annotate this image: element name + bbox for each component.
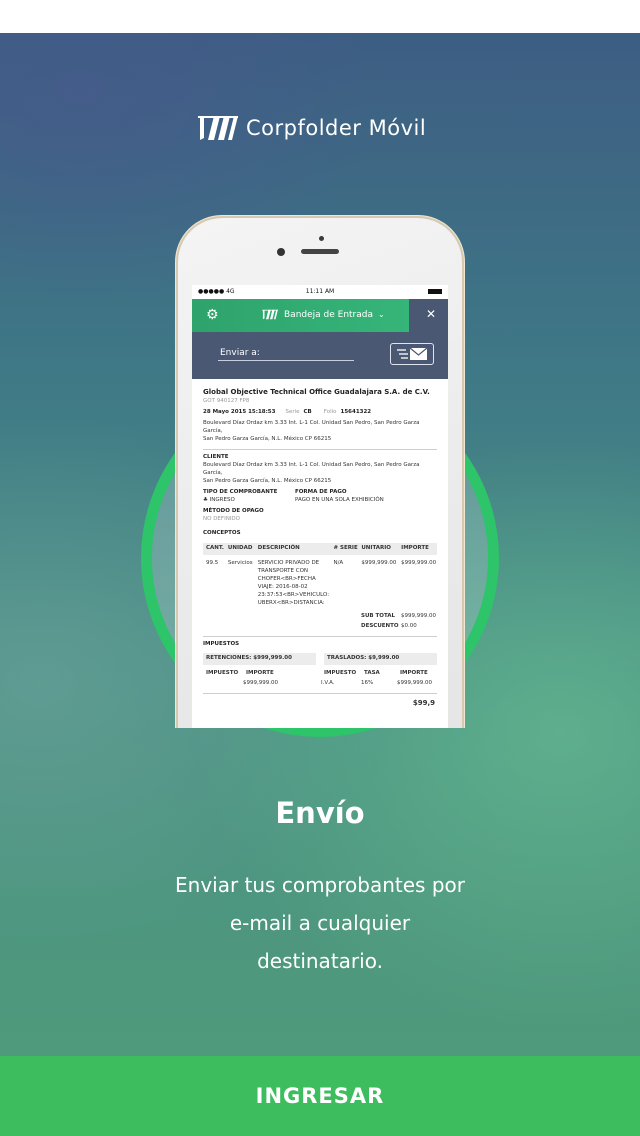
tra-tasa-value: 16% — [361, 680, 374, 687]
status-bar: ●●●●● 4G 11:11 AM — [192, 285, 448, 299]
descuento-row: DESCUENTO $0.00 — [203, 623, 437, 631]
retenciones-box: RETENCIONES: $999,999.00 — [203, 653, 316, 666]
forma-label: FORMA DE PAGO — [295, 488, 347, 495]
desc-line: CHOFER<BR>FECHA — [257, 575, 316, 582]
battery-icon — [428, 289, 442, 294]
inbox-dropdown[interactable]: Bandeja de Entrada ⌄ — [262, 309, 385, 320]
tra-col-importe: IMPORTE — [400, 670, 428, 677]
tax-columns: IMPUESTO IMPORTE IMPUESTO TASA IMPORTE — [203, 670, 437, 678]
phone-screen: ●●●●● 4G 11:11 AM ⚙ Bandeja de Entrada ⌄… — [192, 285, 448, 728]
feature-description: Enviar tus comprobantes por e-mail a cua… — [0, 866, 640, 980]
ingresar-button[interactable]: INGRESAR — [0, 1056, 640, 1136]
tra-col-tasa: TASA — [364, 670, 380, 677]
conceptos-label: CONCEPTOS — [203, 529, 241, 536]
subtotal-row: SUB TOTAL $999,999.00 — [203, 613, 437, 621]
table-row: 99.5 Servicios SERVICIO PRIVADO DE TRANS… — [203, 555, 437, 608]
phone-sensor — [277, 248, 285, 256]
issuer-address-2: San Pedro Garza García, N.L. México CP 6… — [203, 436, 332, 443]
gear-icon[interactable]: ⚙ — [206, 307, 219, 323]
descuento-label: DESCUENTO — [361, 623, 399, 630]
send-mail-icon — [397, 347, 428, 360]
phone-mockup: ●●●●● 4G 11:11 AM ⚙ Bandeja de Entrada ⌄… — [178, 218, 462, 728]
col-importe: IMPORTE — [401, 544, 429, 551]
feature-title: Envío — [275, 796, 365, 830]
forma-value: PAGO EN UNA SOLA EXHIBICIÓN — [295, 496, 384, 503]
description-line: e-mail a cualquier — [229, 911, 411, 935]
cliente-address-2: San Pedro Garza García, N.L. México CP 6… — [203, 477, 332, 484]
issuer-address-1: Boulevard Díaz Ordaz km 3.33 Int. L-1 Co… — [203, 420, 420, 435]
folio-label: Folio — [323, 409, 337, 416]
row-descripcion: SERVICIO PRIVADO DE TRANSPORTE CON CHOFE… — [258, 560, 334, 608]
col-serie: # SERIE — [333, 544, 358, 551]
impuestos-label: IMPUESTOS — [203, 641, 240, 648]
serie-value: CB — [303, 409, 312, 416]
subtotal-value: $999,999.00 — [401, 613, 436, 620]
metodo-value: NO DEFINIDO — [203, 515, 240, 522]
send-to-label: Enviar a: — [220, 348, 260, 358]
cliente-label: CLIENTE — [203, 453, 229, 460]
row-unitario: $999,999.00 — [361, 559, 397, 566]
tax-summary: RETENCIONES: $999,999.00 TRASLADOS: $9,9… — [203, 653, 437, 666]
app-header: ⚙ Bandeja de Entrada ⌄ ✕ — [192, 299, 448, 332]
tra-impuesto-value: I.V.A. — [321, 680, 335, 687]
descuento-value: $0.00 — [401, 623, 417, 630]
tra-importe-value: $999,999.00 — [397, 680, 432, 687]
total-value: $99,9 — [412, 699, 435, 708]
close-icon[interactable]: ✕ — [426, 307, 436, 321]
total-row: $99,9 — [203, 698, 437, 708]
company-rfc: GOT 940127 FP8 — [203, 398, 250, 405]
status-time: 11:11 AM — [305, 288, 335, 295]
corpfolder-logo-icon — [262, 309, 278, 320]
row-importe: $999,999.00 — [401, 559, 437, 566]
cliente-address-1: Boulevard Díaz Ordaz km 3.33 Int. L-1 Co… — [203, 461, 420, 476]
invoice-document: Global Objective Technical Office Guadal… — [192, 379, 448, 708]
col-unidad: UNIDAD — [227, 544, 253, 551]
description-line: Enviar tus comprobantes por — [175, 873, 465, 897]
ret-impuesto-value — [203, 680, 243, 688]
col-unitario: UNITARIO — [361, 544, 391, 551]
tipo-value: ♣ INGRESO — [203, 496, 235, 503]
desc-line: VIAJE: 2016-08-02 — [257, 583, 308, 590]
send-to-input[interactable] — [218, 360, 354, 361]
divider — [203, 448, 437, 450]
metodo-label: MÉTODO DE OPAGO — [203, 507, 264, 514]
desc-line: 23:37:53<BR>VEHICULO: — [257, 591, 330, 598]
desc-line: SERVICIO PRIVADO DE — [257, 559, 320, 566]
col-cant: CANT. — [206, 544, 224, 551]
divider — [203, 636, 437, 638]
phone-camera — [319, 236, 324, 241]
phone-speaker — [301, 249, 339, 254]
ret-col-importe: IMPORTE — [246, 670, 274, 677]
col-descripcion: DESCRIPCIÓN — [257, 544, 300, 551]
traslados-box: TRASLADOS: $9,999.00 — [324, 653, 437, 666]
subtotal-label: SUB TOTAL — [361, 613, 396, 620]
send-mail-button[interactable] — [390, 343, 434, 365]
desc-line: TRANSPORTE CON — [257, 567, 309, 574]
ret-importe-value: $999,999.00 — [243, 680, 278, 687]
row-serie: N/A — [333, 559, 344, 566]
table-header: CANT. UNIDAD DESCRIPCIÓN # SERIE UNITARI… — [203, 542, 437, 555]
description-line: destinatario. — [257, 949, 383, 973]
company-name: Global Objective Technical Office Guadal… — [203, 388, 430, 396]
ret-col-impuesto: IMPUESTO — [206, 670, 239, 677]
row-unidad: Servicios — [227, 559, 253, 566]
folio-value: 15641322 — [340, 409, 372, 416]
invoice-date: 28 Mayo 2015 15:18:53 — [203, 409, 276, 416]
chevron-down-icon: ⌄ — [378, 310, 385, 319]
tipo-label: TIPO DE COMPROBANTE — [203, 488, 278, 495]
row-cant: 99.5 — [206, 559, 219, 566]
phone-mockup-clip: ●●●●● 4G 11:11 AM ⚙ Bandeja de Entrada ⌄… — [0, 0, 640, 728]
send-bar: Enviar a: — [192, 332, 448, 379]
serie-label: Serie — [285, 409, 300, 416]
desc-line: UBERX<BR>DISTANCIA: — [257, 599, 325, 606]
divider — [203, 693, 437, 695]
tra-col-impuesto: IMPUESTO — [324, 670, 357, 677]
tax-values: $999,999.00 I.V.A. 16% $999,999.00 — [203, 680, 437, 688]
inbox-title: Bandeja de Entrada — [284, 309, 373, 320]
